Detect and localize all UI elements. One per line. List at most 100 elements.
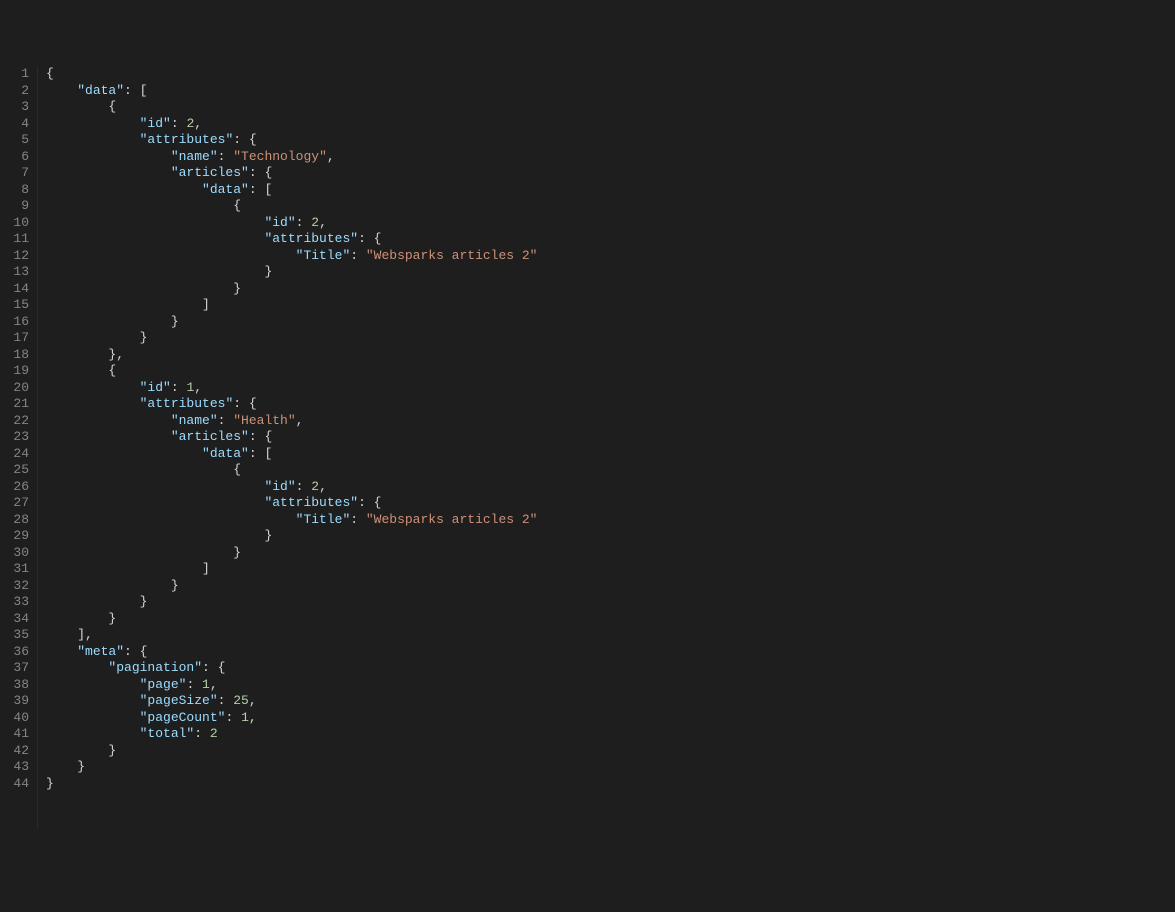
line-number: 33 — [0, 594, 29, 611]
line-number: 37 — [0, 660, 29, 677]
code-line[interactable]: "Title": "Websparks articles 2" — [46, 248, 1175, 265]
line-number: 4 — [0, 116, 29, 133]
code-line[interactable]: } — [46, 743, 1175, 760]
code-line[interactable]: "attributes": { — [46, 396, 1175, 413]
code-line[interactable]: "name": "Health", — [46, 413, 1175, 430]
code-line[interactable]: "articles": { — [46, 165, 1175, 182]
code-line[interactable]: "id": 2, — [46, 479, 1175, 496]
line-number: 3 — [0, 99, 29, 116]
code-line[interactable]: }, — [46, 347, 1175, 364]
json-punct: { — [108, 99, 116, 114]
json-key: "id" — [264, 215, 295, 230]
json-punct: { — [46, 66, 54, 81]
json-punct: : { — [249, 429, 272, 444]
json-string: "Websparks articles 2" — [366, 512, 538, 527]
line-number: 8 — [0, 182, 29, 199]
json-punct: : — [225, 710, 241, 725]
json-number: 2 — [311, 215, 319, 230]
line-number: 26 — [0, 479, 29, 496]
json-key: "data" — [202, 182, 249, 197]
code-line[interactable]: "page": 1, — [46, 677, 1175, 694]
line-number: 23 — [0, 429, 29, 446]
json-punct: : — [218, 413, 234, 428]
json-punct: { — [233, 462, 241, 477]
line-number: 14 — [0, 281, 29, 298]
code-line[interactable]: "pagination": { — [46, 660, 1175, 677]
code-line[interactable]: } — [46, 545, 1175, 562]
json-number: 25 — [233, 693, 249, 708]
json-number: 2 — [210, 726, 218, 741]
code-line[interactable]: "pageSize": 25, — [46, 693, 1175, 710]
json-key: "articles" — [171, 165, 249, 180]
line-number: 31 — [0, 561, 29, 578]
code-line[interactable]: } — [46, 330, 1175, 347]
line-number: 42 — [0, 743, 29, 760]
json-punct: , — [194, 116, 202, 131]
code-line[interactable]: "total": 2 — [46, 726, 1175, 743]
line-number-gutter: 1234567891011121314151617181920212223242… — [0, 66, 38, 829]
json-punct: { — [233, 198, 241, 213]
code-line[interactable]: { — [46, 99, 1175, 116]
code-editor[interactable]: 1234567891011121314151617181920212223242… — [0, 66, 1175, 829]
code-line[interactable]: "id": 2, — [46, 215, 1175, 232]
code-line[interactable]: } — [46, 759, 1175, 776]
code-line[interactable]: } — [46, 528, 1175, 545]
code-line[interactable]: "attributes": { — [46, 231, 1175, 248]
line-number: 27 — [0, 495, 29, 512]
code-line[interactable]: { — [46, 198, 1175, 215]
code-line[interactable]: ] — [46, 561, 1175, 578]
code-line[interactable]: { — [46, 66, 1175, 83]
code-line[interactable]: "data": [ — [46, 83, 1175, 100]
json-key: "attributes" — [264, 231, 358, 246]
json-punct: } — [77, 759, 85, 774]
json-string: "Health" — [233, 413, 295, 428]
json-punct: , — [249, 693, 257, 708]
json-punct: : [ — [249, 182, 272, 197]
json-punct: , — [319, 479, 327, 494]
json-key: "pageSize" — [140, 693, 218, 708]
code-line[interactable]: "meta": { — [46, 644, 1175, 661]
json-key: "articles" — [171, 429, 249, 444]
code-line[interactable]: } — [46, 578, 1175, 595]
code-content[interactable]: { "data": [ { "id": 2, "attributes": { "… — [38, 66, 1175, 829]
line-number: 6 — [0, 149, 29, 166]
json-string: "Technology" — [233, 149, 327, 164]
code-line[interactable]: } — [46, 314, 1175, 331]
code-line[interactable]: ], — [46, 627, 1175, 644]
code-line[interactable]: } — [46, 611, 1175, 628]
code-line[interactable]: ] — [46, 297, 1175, 314]
code-line[interactable]: "data": [ — [46, 446, 1175, 463]
json-punct: : — [350, 248, 366, 263]
json-punct: } — [233, 281, 241, 296]
code-line[interactable]: "id": 1, — [46, 380, 1175, 397]
json-key: "id" — [140, 380, 171, 395]
code-line[interactable]: "data": [ — [46, 182, 1175, 199]
json-punct: } — [264, 528, 272, 543]
code-line[interactable]: "id": 2, — [46, 116, 1175, 133]
json-punct: } — [264, 264, 272, 279]
line-number: 18 — [0, 347, 29, 364]
code-line[interactable]: "Title": "Websparks articles 2" — [46, 512, 1175, 529]
code-line[interactable]: "articles": { — [46, 429, 1175, 446]
line-number: 12 — [0, 248, 29, 265]
code-line[interactable]: "name": "Technology", — [46, 149, 1175, 166]
code-line[interactable]: "pageCount": 1, — [46, 710, 1175, 727]
json-punct: } — [108, 611, 116, 626]
json-punct: , — [194, 380, 202, 395]
code-line[interactable]: } — [46, 594, 1175, 611]
line-number: 30 — [0, 545, 29, 562]
line-number: 32 — [0, 578, 29, 595]
json-key: "id" — [264, 479, 295, 494]
json-punct: , — [296, 413, 304, 428]
line-number: 11 — [0, 231, 29, 248]
json-punct: } — [171, 314, 179, 329]
code-line[interactable]: { — [46, 462, 1175, 479]
code-line[interactable]: { — [46, 363, 1175, 380]
json-key: "name" — [171, 149, 218, 164]
code-line[interactable]: } — [46, 281, 1175, 298]
code-line[interactable]: } — [46, 776, 1175, 793]
code-line[interactable]: "attributes": { — [46, 495, 1175, 512]
code-line[interactable]: "attributes": { — [46, 132, 1175, 149]
code-line[interactable]: } — [46, 264, 1175, 281]
line-number: 35 — [0, 627, 29, 644]
